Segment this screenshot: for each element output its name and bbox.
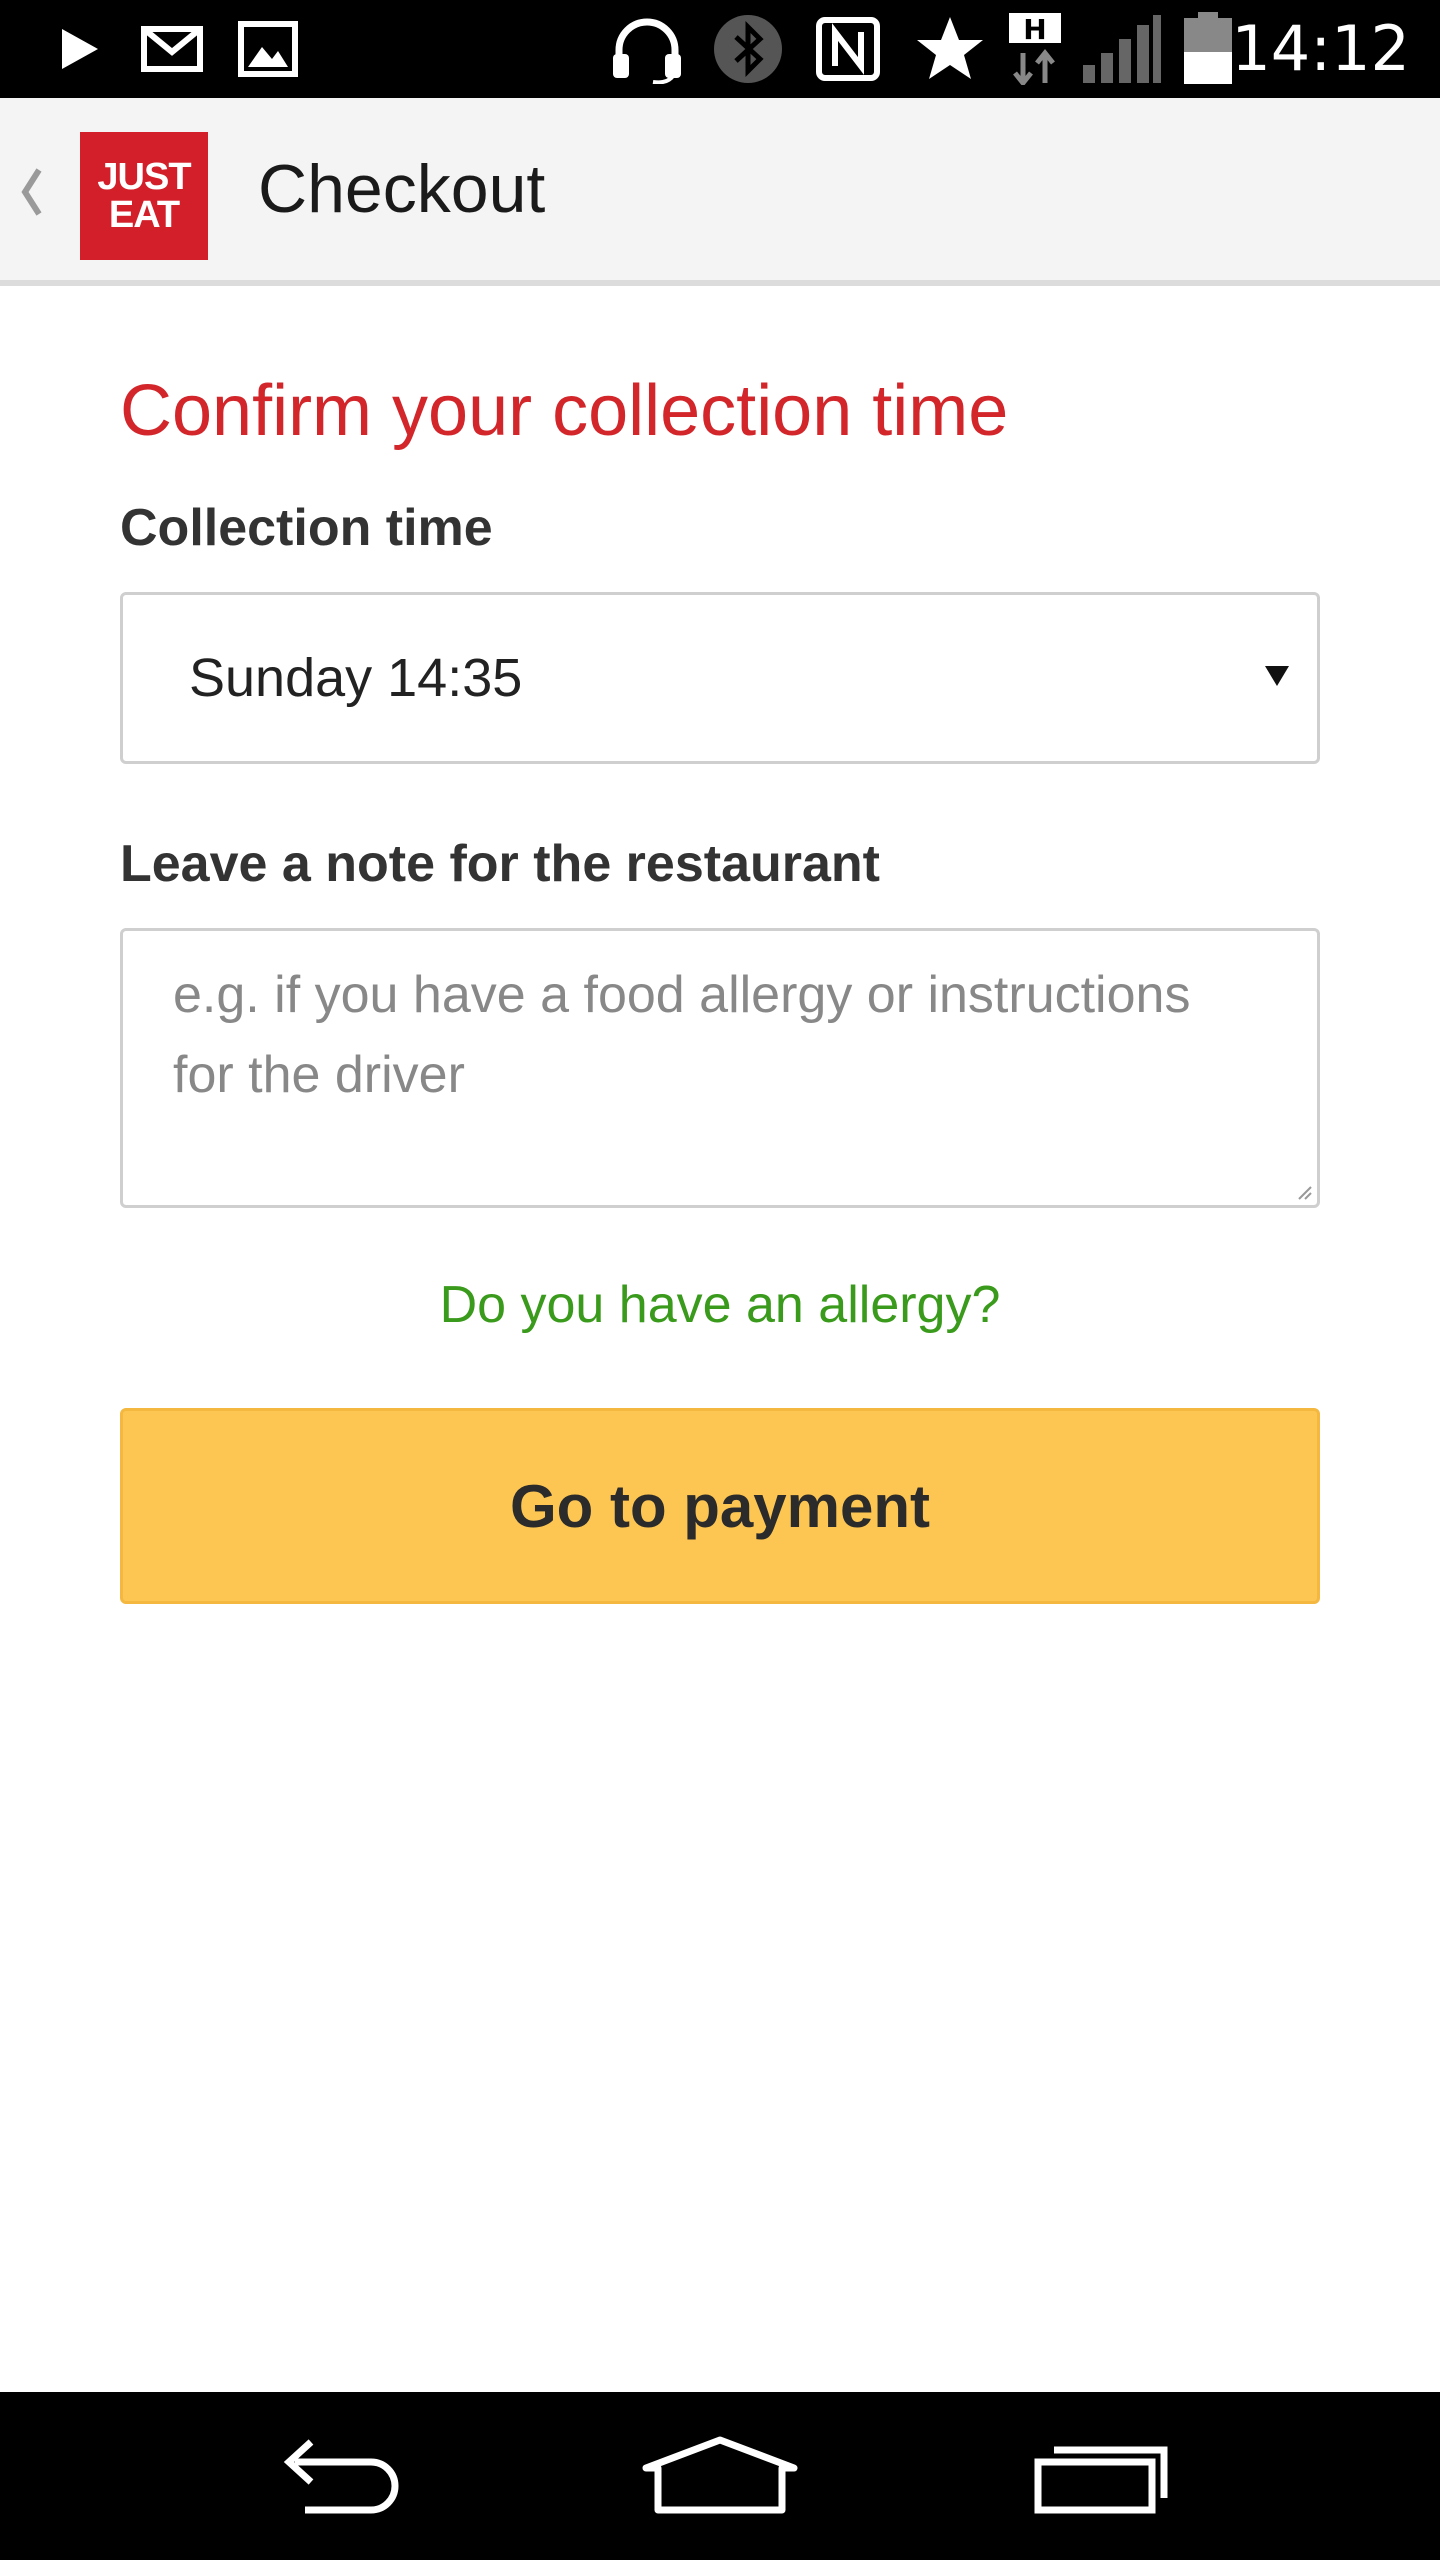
nfc-icon bbox=[812, 16, 884, 82]
navigation-bar bbox=[0, 2392, 1440, 2560]
battery-icon bbox=[1180, 12, 1236, 84]
bluetooth-icon bbox=[710, 15, 786, 83]
svg-text:H: H bbox=[1023, 13, 1046, 46]
play-store-icon bbox=[52, 16, 108, 82]
dropdown-caret-icon bbox=[1257, 655, 1297, 695]
checkout-screen: H 14:12 JUST EAT Checkout Confirm your c… bbox=[0, 0, 1440, 2560]
logo-line-1: JUST bbox=[97, 156, 191, 198]
note-placeholder: e.g. if you have a food allergy or instr… bbox=[173, 966, 1191, 1104]
restaurant-note-field[interactable]: e.g. if you have a food allergy or instr… bbox=[120, 928, 1320, 1208]
status-bar: H 14:12 bbox=[0, 0, 1440, 98]
home-icon[interactable] bbox=[642, 2436, 798, 2516]
just-eat-logo[interactable]: JUST EAT bbox=[80, 132, 208, 260]
recents-icon[interactable] bbox=[1032, 2436, 1172, 2516]
back-icon[interactable] bbox=[262, 2436, 418, 2516]
signal-icon bbox=[1078, 15, 1164, 83]
back-chevron-icon[interactable] bbox=[14, 160, 48, 224]
go-to-payment-button[interactable]: Go to payment bbox=[120, 1408, 1320, 1604]
collection-time-value: Sunday 14:35 bbox=[189, 648, 523, 708]
hspa-data-icon: H bbox=[1004, 13, 1066, 85]
resize-handle-icon[interactable] bbox=[1295, 1183, 1313, 1201]
gmail-icon bbox=[140, 16, 204, 82]
app-bar: JUST EAT Checkout bbox=[0, 98, 1440, 286]
note-label: Leave a note for the restaurant bbox=[120, 835, 880, 893]
headset-icon bbox=[604, 16, 690, 84]
collection-time-select[interactable]: Sunday 14:35 bbox=[120, 592, 1320, 764]
star-icon bbox=[912, 16, 988, 82]
status-time: 14:12 bbox=[1231, 12, 1410, 85]
allergy-link[interactable]: Do you have an allergy? bbox=[120, 1270, 1320, 1340]
page-title: Checkout bbox=[258, 151, 546, 227]
collection-time-label: Collection time bbox=[120, 499, 493, 557]
logo-line-2: EAT bbox=[108, 194, 180, 236]
gallery-icon bbox=[236, 16, 300, 82]
form-heading: Confirm your collection time bbox=[120, 371, 1009, 451]
